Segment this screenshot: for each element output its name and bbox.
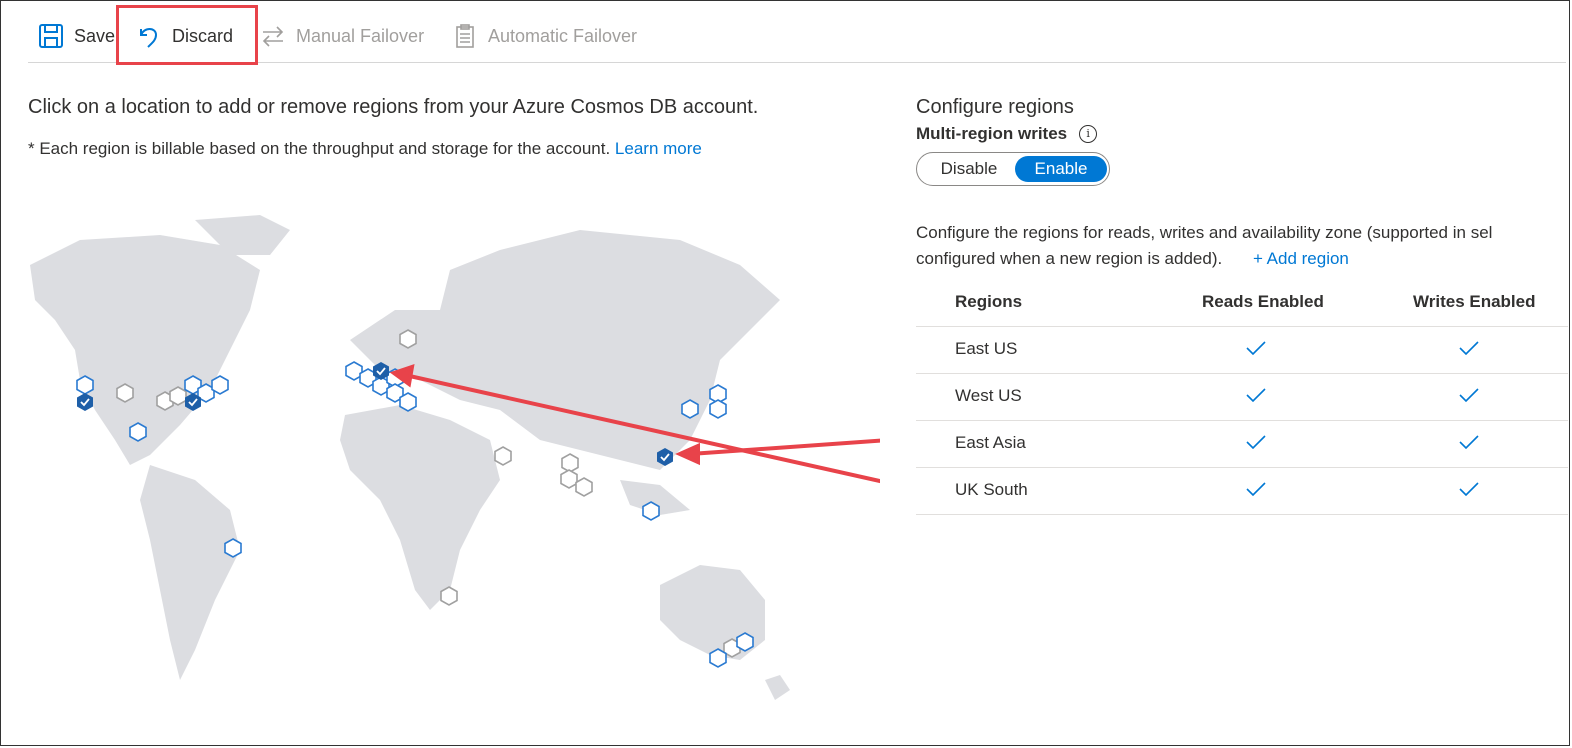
region-marker-available[interactable]	[399, 392, 417, 412]
learn-more-link[interactable]: Learn more	[615, 139, 702, 158]
region-marker-unavailable	[440, 586, 458, 606]
save-label: Save	[74, 25, 116, 46]
add-region-link[interactable]: + Add region	[1253, 249, 1349, 268]
intro-text: Click on a location to add or remove reg…	[28, 96, 759, 118]
configure-description: Configure the regions for reads, writes …	[916, 220, 1566, 272]
save-icon	[39, 24, 63, 48]
table-row[interactable]: UK South	[916, 468, 1568, 515]
description-line-1: Configure the regions for reads, writes …	[916, 223, 1493, 242]
region-marker-unavailable	[575, 477, 593, 497]
region-marker-available[interactable]	[76, 375, 94, 395]
multi-region-writes-toggle[interactable]: Disable Enable	[916, 152, 1110, 186]
region-marker-available[interactable]	[709, 399, 727, 419]
writes-check-icon	[1459, 388, 1479, 402]
description-line-2-row: configured when a new region is added). …	[916, 246, 1566, 272]
region-name: West US	[955, 386, 1022, 405]
map-land	[30, 215, 790, 700]
region-name: East US	[955, 339, 1018, 358]
region-marker-unavailable	[560, 469, 578, 489]
automatic-failover-button[interactable]: Automatic Failover	[452, 20, 637, 52]
toggle-disable-option[interactable]: Disable	[923, 156, 1015, 182]
table-header: Regions Reads Enabled Writes Enabled	[916, 280, 1568, 327]
billing-note: * Each region is billable based on the t…	[28, 139, 702, 159]
region-marker-unavailable	[561, 453, 579, 473]
table-row[interactable]: West US	[916, 374, 1568, 421]
writes-check-icon	[1459, 435, 1479, 449]
reads-check-icon	[1246, 388, 1266, 402]
info-icon[interactable]: i	[1079, 125, 1098, 143]
save-button[interactable]: Save	[38, 20, 115, 52]
region-marker-unavailable	[494, 446, 512, 466]
discard-highlight-box	[116, 5, 258, 65]
region-marker-unavailable	[399, 329, 417, 349]
arrowhead	[675, 442, 700, 466]
multi-region-writes-row: Multi-region writes i	[916, 124, 1098, 144]
billing-note-text: * Each region is billable based on the t…	[28, 139, 611, 158]
world-map[interactable]	[20, 210, 880, 710]
multi-region-writes-label: Multi-region writes	[916, 124, 1068, 143]
header-reads-enabled: Reads Enabled	[1202, 292, 1324, 311]
region-marker-available[interactable]	[211, 375, 229, 395]
swap-arrows-icon	[262, 26, 284, 47]
region-name: UK South	[955, 480, 1028, 499]
command-bar: Save Discard Manual Failover Automatic F…	[28, 10, 1566, 63]
region-marker-unavailable	[169, 386, 187, 406]
region-marker-unavailable	[116, 383, 134, 403]
writes-check-icon	[1459, 482, 1479, 496]
reads-check-icon	[1246, 341, 1266, 355]
region-name: East Asia	[955, 433, 1026, 452]
region-marker-available[interactable]	[129, 422, 147, 442]
region-marker-available[interactable]	[709, 648, 727, 668]
automatic-failover-label: Automatic Failover	[488, 25, 638, 46]
reads-check-icon	[1246, 435, 1266, 449]
toggle-enable-option[interactable]: Enable	[1015, 156, 1107, 182]
regions-table: Regions Reads Enabled Writes Enabled Eas…	[916, 280, 1568, 515]
configure-regions-title: Configure regions	[916, 96, 1074, 118]
region-marker-available[interactable]	[736, 632, 754, 652]
manual-failover-label: Manual Failover	[296, 25, 425, 46]
header-writes-enabled: Writes Enabled	[1413, 292, 1536, 311]
description-line-2: configured when a new region is added).	[916, 249, 1223, 268]
reads-check-icon	[1246, 482, 1266, 496]
region-marker-available[interactable]	[681, 399, 699, 419]
clipboard-icon	[456, 24, 474, 48]
region-marker-available[interactable]	[224, 538, 242, 558]
table-row[interactable]: East Asia	[916, 421, 1568, 468]
region-marker-available[interactable]	[642, 501, 660, 521]
manual-failover-button[interactable]: Manual Failover	[260, 20, 424, 52]
writes-check-icon	[1459, 341, 1479, 355]
header-regions: Regions	[955, 292, 1023, 311]
table-row[interactable]: East US	[916, 327, 1568, 374]
